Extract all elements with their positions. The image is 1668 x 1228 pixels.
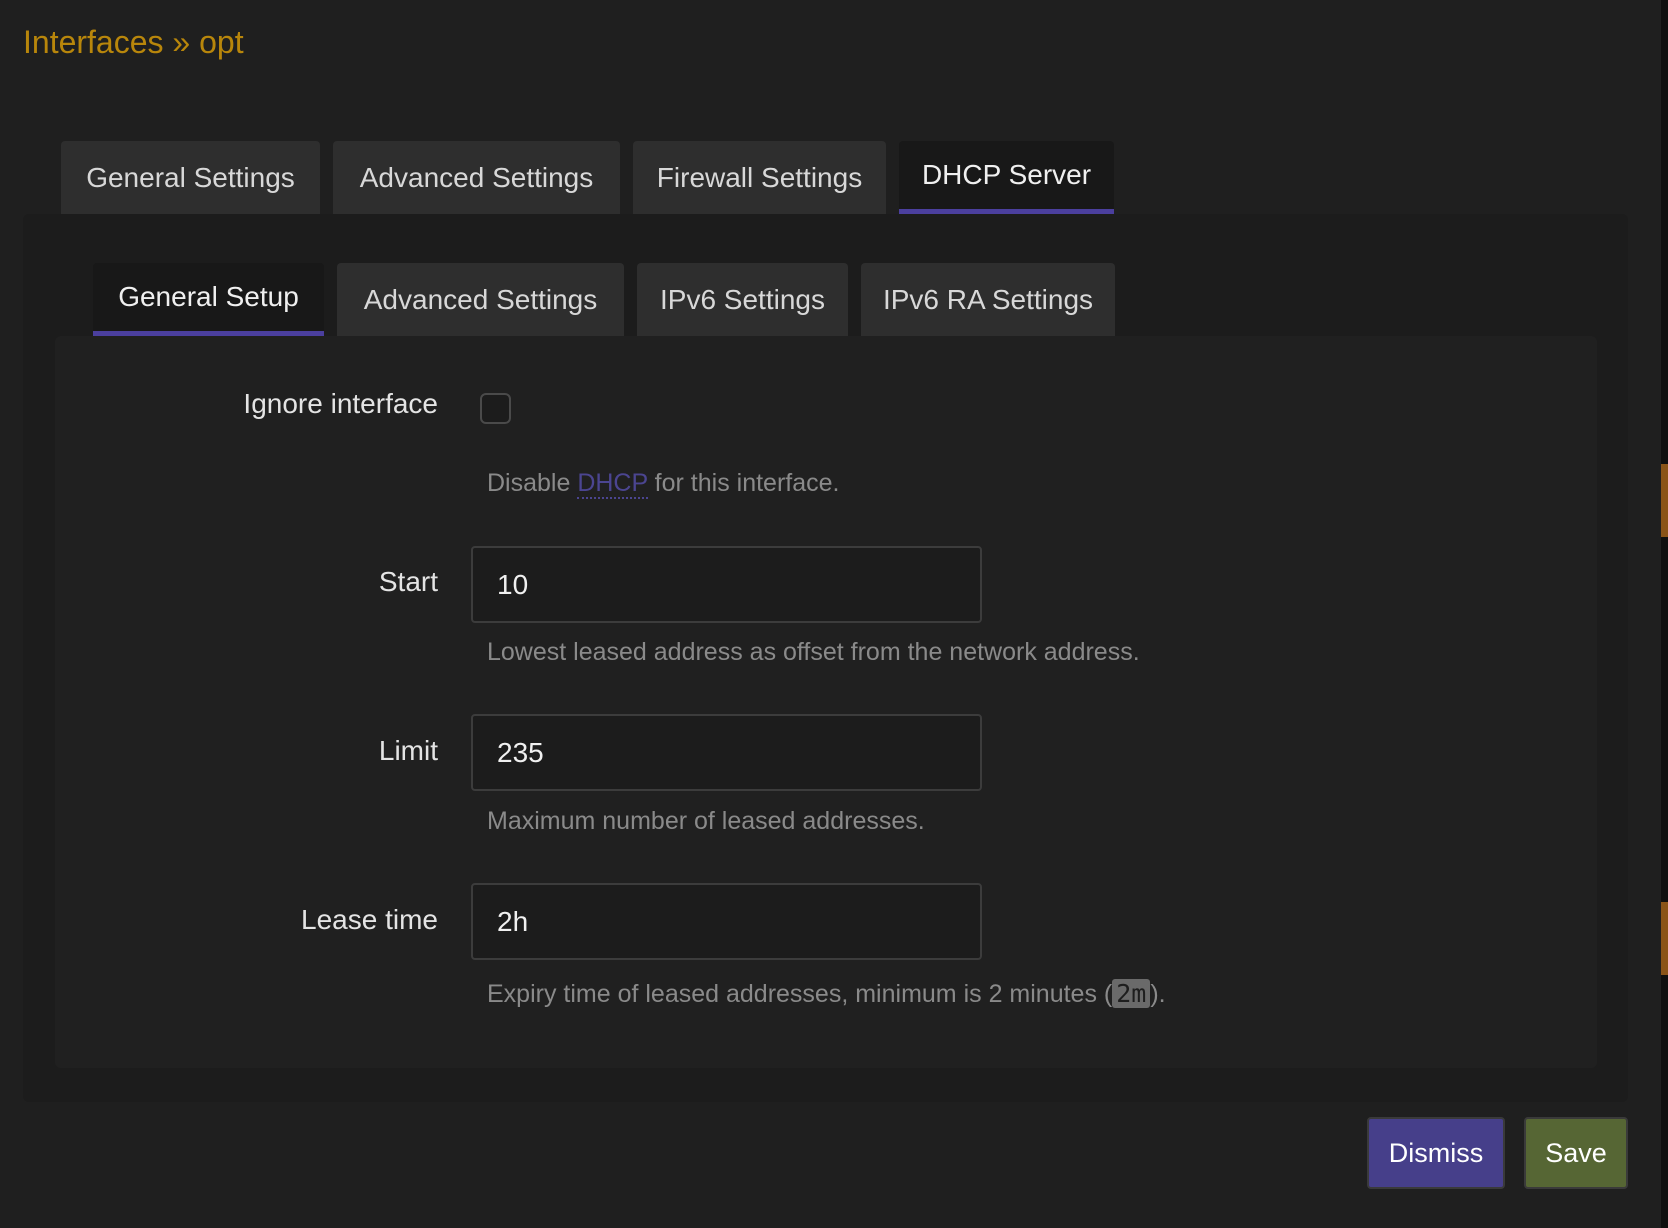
subtab-general-setup[interactable]: General Setup [93,263,324,336]
start-label: Start [378,566,438,597]
ignore-interface-checkbox[interactable] [480,393,511,424]
code-snippet: 2m [1112,979,1151,1008]
lease-time-help: Expiry time of leased addresses, minimum… [487,979,1166,1009]
background-page-edge [1661,0,1668,1228]
dhcp-abbr-link[interactable]: DHCP [577,469,648,499]
help-text: ). [1150,980,1166,1008]
help-text: Expiry time of leased addresses, minimum… [487,980,1113,1008]
start-input[interactable] [471,546,982,623]
start-help: Lowest leased address as offset from the… [487,638,1140,666]
lease-time-label: Lease time [301,904,438,935]
limit-label: Limit [378,735,438,766]
tab-general-settings[interactable]: General Settings [61,141,320,214]
dismiss-button[interactable]: Dismiss [1367,1117,1505,1189]
page-title: Interfaces » opt [23,24,244,60]
subtab-advanced-settings[interactable]: Advanced Settings [337,263,624,336]
help-text: for this interface. [647,469,840,497]
help-text: Disable [487,469,578,497]
background-button-edge [1661,464,1668,537]
subtab-ipv6-ra-settings[interactable]: IPv6 RA Settings [861,263,1115,336]
subtab-ipv6-settings[interactable]: IPv6 Settings [637,263,848,336]
limit-input[interactable] [471,714,982,791]
tab-firewall-settings[interactable]: Firewall Settings [633,141,886,214]
ignore-interface-label: Ignore interface [243,388,438,419]
ignore-interface-help: Disable DHCP for this interface. [487,469,840,499]
tab-dhcp-server[interactable]: DHCP Server [899,141,1114,214]
tab-advanced-settings[interactable]: Advanced Settings [333,141,620,214]
background-button-edge [1661,902,1668,975]
lease-time-input[interactable] [471,883,982,960]
save-button[interactable]: Save [1524,1117,1628,1189]
limit-help: Maximum number of leased addresses. [487,807,925,835]
